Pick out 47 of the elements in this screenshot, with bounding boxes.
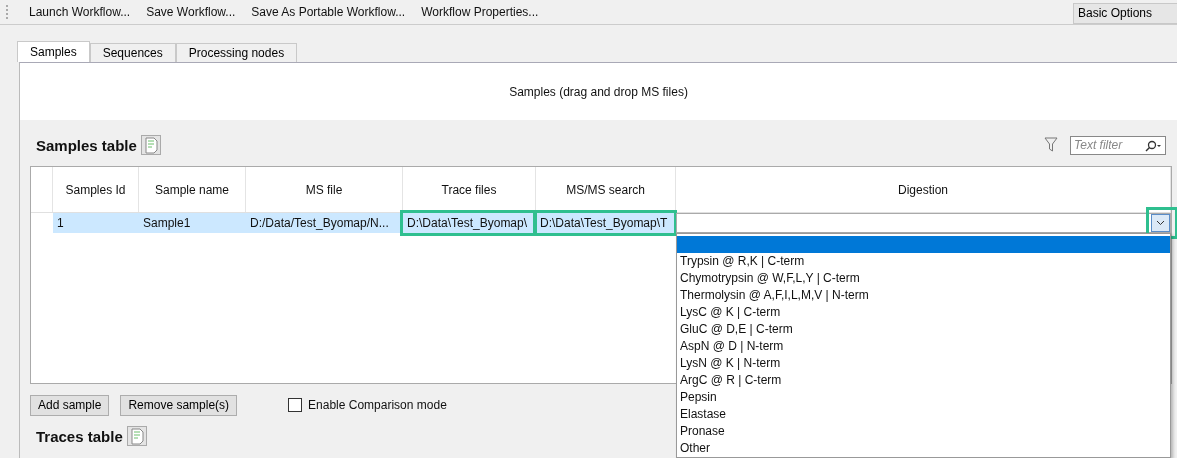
drop-area[interactable]: Samples (drag and drop MS files) xyxy=(20,63,1177,120)
dropdown-option[interactable]: Thermolysin @ A,F,I,L,M,V | N-term xyxy=(677,287,1170,304)
column-header[interactable]: Samples Id xyxy=(65,182,126,197)
search-icon[interactable] xyxy=(1144,139,1162,152)
table-cell: 1 xyxy=(57,216,64,230)
toolbar-button[interactable]: Save Workflow... xyxy=(138,3,244,21)
drop-hint: Samples (drag and drop MS files) xyxy=(509,84,688,99)
dropdown-option[interactable]: GluC @ D,E | C-term xyxy=(677,321,1170,338)
action-button[interactable]: Remove sample(s) xyxy=(120,394,238,416)
dropdown-button[interactable] xyxy=(1151,214,1170,232)
dropdown-option[interactable]: AspN @ D | N-term xyxy=(677,338,1170,355)
dropdown-option[interactable]: Trypsin @ R,K | C-term xyxy=(677,253,1170,270)
section-title: Samples table xyxy=(36,136,137,154)
dropdown-option[interactable]: Elastase xyxy=(677,406,1170,423)
column-header[interactable]: Digestion xyxy=(898,182,948,197)
text-filter-field[interactable]: Text filter xyxy=(1070,135,1166,155)
table-cell: Sample1 xyxy=(143,216,191,230)
action-button[interactable]: Add sample xyxy=(30,394,110,416)
column-header[interactable]: MS/MS search xyxy=(566,182,645,197)
dropdown-option[interactable]: LysC @ K | C-term xyxy=(677,304,1170,321)
checkbox-label[interactable]: Enable Comparison mode xyxy=(308,398,447,412)
dropdown-option[interactable]: Pepsin xyxy=(677,389,1170,406)
chevron-down-icon xyxy=(1156,220,1165,226)
dropdown-option[interactable]: Chymotrypsin @ W,F,L,Y | C-term xyxy=(677,270,1170,287)
tab[interactable]: Samples xyxy=(17,41,90,62)
table-cell: D:\Data\Test_Byomap\ xyxy=(407,216,528,230)
options-button[interactable]: Basic Options xyxy=(1073,2,1177,24)
dropdown-option[interactable]: Pronase xyxy=(677,423,1170,440)
checkbox[interactable] xyxy=(288,398,303,412)
column-header[interactable]: MS file xyxy=(305,182,343,197)
toolbar-button[interactable]: Workflow Properties... xyxy=(413,3,547,21)
section-title: Traces table xyxy=(36,427,123,445)
selected-row[interactable] xyxy=(53,213,676,233)
filter-icon[interactable] xyxy=(1044,137,1058,153)
dropdown-option[interactable]: ArgC @ R | C-term xyxy=(677,372,1170,389)
column-header[interactable]: Sample name xyxy=(154,182,229,197)
table-settings-icon[interactable] xyxy=(140,135,161,155)
toolbar-button[interactable]: Launch Workflow... xyxy=(21,3,139,21)
table-cell: D:\Data\Test_Byomap\T xyxy=(540,216,668,230)
column-header[interactable]: Trace files xyxy=(441,182,497,197)
dropdown-option[interactable]: LysN @ K | N-term xyxy=(677,355,1170,372)
tab[interactable]: Sequences xyxy=(89,43,176,62)
table-cell: D:/Data/Test_Byomap/N... xyxy=(250,216,389,230)
toolbar-button[interactable]: Save As Portable Workflow... xyxy=(243,3,414,21)
table-settings-icon[interactable] xyxy=(126,426,147,446)
dropdown-option[interactable]: Other xyxy=(677,440,1170,457)
tab[interactable]: Processing nodes xyxy=(175,43,298,62)
